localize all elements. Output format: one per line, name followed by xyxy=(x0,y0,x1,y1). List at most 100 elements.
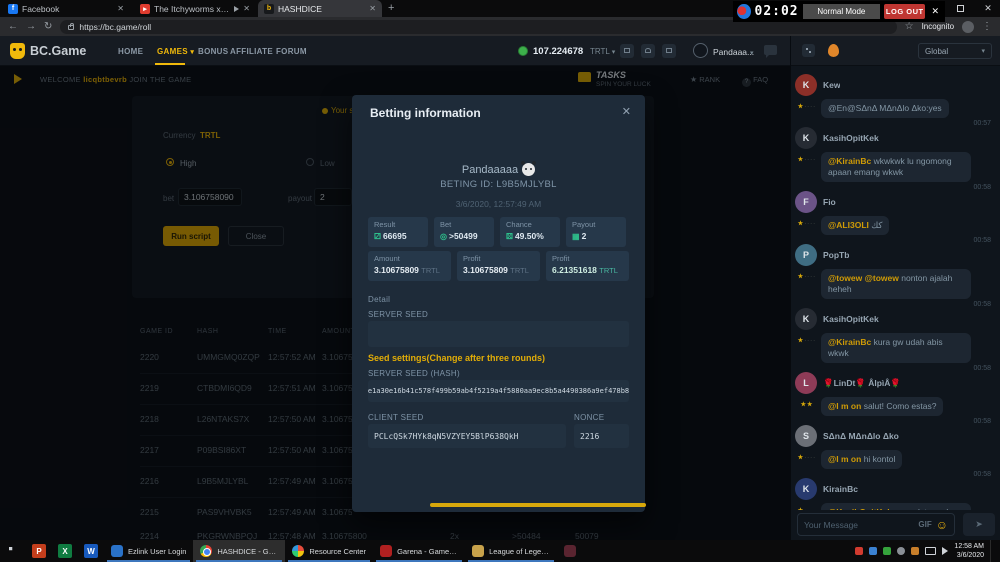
taskbar-app-garena[interactable]: Garena - Game Cen... xyxy=(373,540,465,562)
forward-button[interactable]: → xyxy=(26,21,36,32)
tab-close-icon[interactable]: ✕ xyxy=(117,4,124,13)
chevron-down-icon[interactable]: ▾ xyxy=(750,49,754,57)
tray-app-icon[interactable] xyxy=(883,547,891,555)
divider xyxy=(790,36,791,66)
level-badge-icon: ★···· xyxy=(795,99,819,118)
nonce-label: NONCE xyxy=(574,413,604,422)
chat-message[interactable]: KKasihOpitKek ★···· @KirainBc wkwkwk lu … xyxy=(795,127,995,182)
word-icon[interactable]: W xyxy=(84,544,98,558)
url-text[interactable]: https://bc.game/roll xyxy=(79,22,151,32)
chat-message[interactable]: SSΔnΔ MΔnΔlo Δko ★···· @I m on hi kontol… xyxy=(795,425,995,469)
excel-icon[interactable]: X xyxy=(58,544,72,558)
tab-hashdice-active[interactable]: b HASHDICE ✕ xyxy=(258,0,382,17)
server-seed-hash-input[interactable]: e1a30e16b41c578f499b59ab4f5219a4f5880aa9… xyxy=(368,380,629,402)
chat-message[interactable]: L🌹LinDt🌹 ÂlpìÂ🌹 ★★ @I m on salut! Como e… xyxy=(795,372,995,416)
chat-toggle-icon[interactable] xyxy=(764,45,777,55)
powerpoint-icon[interactable]: P xyxy=(32,544,46,558)
chat-input-box[interactable]: GIF ☺ xyxy=(797,513,955,536)
cafe-timer-overlay: 02:02 Normal Mode LOG OUT ✕ xyxy=(733,1,945,22)
avatar[interactable]: L xyxy=(795,372,817,394)
tray-app-icon[interactable] xyxy=(897,547,905,555)
send-button[interactable]: ➤ xyxy=(963,513,995,536)
chat-message[interactable]: KKew ★···· @En@SΔnΔ MΔnΔlo Δko:yes 00:57 xyxy=(795,74,995,118)
taskbar-clock[interactable]: 12:58 AM 3/6/2020 xyxy=(954,542,984,560)
chat-channel-select[interactable]: Global ▾ xyxy=(918,43,992,59)
window-close-button[interactable]: ✕ xyxy=(976,0,1000,17)
league-of-legends-icon xyxy=(472,545,484,557)
window-restore-button[interactable] xyxy=(948,0,972,17)
username[interactable]: Pandaaa... xyxy=(713,47,754,57)
chrome-icon xyxy=(200,545,212,557)
chat-message[interactable]: FFio ★···· @ALI3OLI كك 00:58 xyxy=(795,191,995,235)
tray-shield-icon[interactable] xyxy=(855,547,863,555)
cafe-timer-mode: Normal Mode xyxy=(803,4,880,19)
avatar[interactable]: K xyxy=(795,478,817,500)
dice-icon: ⚂ xyxy=(374,232,381,241)
messages-button[interactable] xyxy=(662,44,676,58)
gif-button[interactable]: GIF xyxy=(918,520,931,529)
player-name[interactable]: Pandaaaaa xyxy=(352,163,645,176)
bookmark-star-icon[interactable]: ☆ xyxy=(905,21,914,32)
avatar[interactable]: P xyxy=(795,244,817,266)
system-tray: 12:58 AM 3/6/2020 xyxy=(855,540,1000,562)
chat-message[interactable]: KKirainBc ★···· @KasihOpitKek enggak tau… xyxy=(795,478,995,510)
vault-button[interactable] xyxy=(620,44,634,58)
avatar[interactable]: K xyxy=(795,308,817,330)
reload-button[interactable]: ↻ xyxy=(44,21,52,32)
chat-panel: KKew ★···· @En@SΔnΔ MΔnΔlo Δko:yes 00:57… xyxy=(790,66,1000,540)
start-button[interactable] xyxy=(0,540,26,562)
cafe-timer-close-icon[interactable]: ✕ xyxy=(929,6,941,17)
ezlink-icon xyxy=(111,545,123,557)
chevron-down-icon: ▾ xyxy=(612,49,616,56)
show-desktop-button[interactable] xyxy=(990,540,994,562)
bet-stats-row: Result ⚂66695 Bet ◎>50499 Chance ⚄49.50%… xyxy=(368,217,629,247)
bell-icon xyxy=(645,48,651,53)
taskbar-app-resource-center[interactable]: Resource Center xyxy=(285,540,373,562)
chat-channel-label: Global xyxy=(925,47,948,56)
emoji-icon[interactable]: ☺ xyxy=(936,519,948,531)
client-seed-input[interactable]: PCLcQSk7HYk8qN5VZYEY5BlP638QkH xyxy=(368,424,566,448)
avatar[interactable]: F xyxy=(795,191,817,213)
taskbar-app-lol[interactable]: League of Legends xyxy=(465,540,557,562)
taskbar: P X W Ezlink User Login HASHDICE - Googl… xyxy=(0,540,1000,562)
browser-menu-icon[interactable]: ⋮ xyxy=(982,21,992,32)
logout-button[interactable]: LOG OUT xyxy=(884,4,925,19)
stat-amount: Amount 3.10675809 TRTL xyxy=(368,251,451,281)
tab-close-icon[interactable]: ✕ xyxy=(243,4,250,13)
chat-message[interactable]: PPopTb ★···· @towew @towew nonton ajalah… xyxy=(795,244,995,299)
nonce-input[interactable]: 2216 xyxy=(574,424,629,448)
seed-settings-title: Seed settings(Change after three rounds) xyxy=(368,353,545,363)
taskbar-app-ezlink[interactable]: Ezlink User Login xyxy=(104,540,193,562)
avatar[interactable]: K xyxy=(795,127,817,149)
level-badge-icon: ★···· xyxy=(795,333,819,363)
chat-flame-icon[interactable] xyxy=(828,44,839,57)
avatar[interactable]: K xyxy=(795,74,817,96)
stat-bet: Bet ◎>50499 xyxy=(434,217,494,247)
volume-icon[interactable] xyxy=(942,547,948,555)
user-avatar[interactable] xyxy=(693,43,708,58)
level-badge-icon: ★★ xyxy=(795,397,819,416)
tray-app-icon[interactable] xyxy=(911,547,919,555)
tab-close-icon[interactable]: ✕ xyxy=(369,4,376,13)
currency-select[interactable]: TRTL ▾ xyxy=(590,47,615,56)
back-button[interactable]: ← xyxy=(8,21,18,32)
server-seed-input[interactable] xyxy=(368,321,629,347)
modal-close-icon[interactable]: ✕ xyxy=(622,105,631,118)
change-seed-button[interactable] xyxy=(430,503,646,507)
tab-audio-icon[interactable] xyxy=(234,6,239,12)
tray-app-icon[interactable] xyxy=(869,547,877,555)
incognito-label: Incognito xyxy=(922,22,954,31)
taskbar-app-pinned[interactable] xyxy=(557,540,583,562)
taskbar-app-chrome[interactable]: HASHDICE - Googl... xyxy=(193,540,285,562)
stat-payout: Payout ▦2 xyxy=(566,217,626,247)
chat-message[interactable]: KKasihOpitKek ★···· @KirainBc kura gw ud… xyxy=(795,308,995,363)
lock-icon xyxy=(68,25,74,30)
new-tab-button[interactable]: + xyxy=(388,2,394,14)
network-display-icon[interactable] xyxy=(925,547,936,555)
avatar[interactable]: S xyxy=(795,425,817,447)
chat-input[interactable] xyxy=(804,520,914,530)
tab-youtube[interactable]: ▸ The Itchyworms x Ely Buend ✕ xyxy=(134,0,256,17)
notifications-button[interactable] xyxy=(641,44,655,58)
tab-facebook[interactable]: f Facebook ✕ xyxy=(2,0,130,17)
chat-games-icon[interactable] xyxy=(802,44,815,57)
